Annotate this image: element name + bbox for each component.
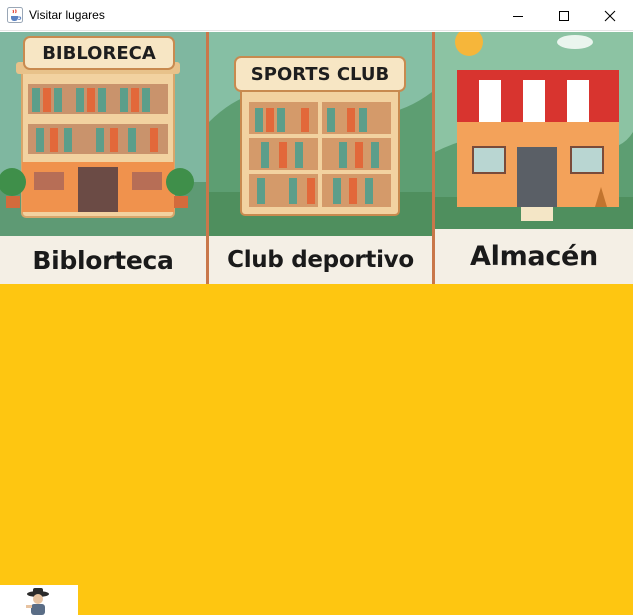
close-button[interactable]	[587, 0, 633, 31]
window-controls	[495, 0, 633, 31]
club-sign-text: SPORTS CLUB	[250, 64, 390, 85]
place-card-almacen[interactable]: Almacén	[435, 32, 633, 284]
place-card-biblioteca[interactable]: BIBLORECA Biblorteca	[0, 32, 206, 284]
maximize-icon	[559, 10, 569, 21]
player-avatar-tile[interactable]	[0, 585, 78, 615]
places-strip: BIBLORECA Biblorteca SPORTS CLUB Club de…	[0, 32, 633, 284]
minimize-button[interactable]	[495, 0, 541, 31]
close-icon	[604, 10, 616, 21]
place-label-club: Club deportivo	[209, 236, 432, 284]
window-titlebar[interactable]: Visitar lugares	[0, 0, 633, 31]
place-label-biblioteca: Biblorteca	[0, 236, 206, 284]
java-cup-icon	[7, 7, 23, 23]
window-title: Visitar lugares	[29, 8, 105, 22]
character-avatar-icon	[26, 588, 49, 615]
place-label-almacen: Almacén	[435, 229, 633, 284]
place-card-club[interactable]: SPORTS CLUB Club deportivo	[209, 32, 432, 284]
maximize-button[interactable]	[541, 0, 587, 31]
minimize-icon	[513, 15, 523, 17]
game-panel: BIBLORECA Biblorteca SPORTS CLUB Club de…	[0, 32, 633, 615]
library-sign-text: BIBLORECA	[42, 43, 156, 64]
